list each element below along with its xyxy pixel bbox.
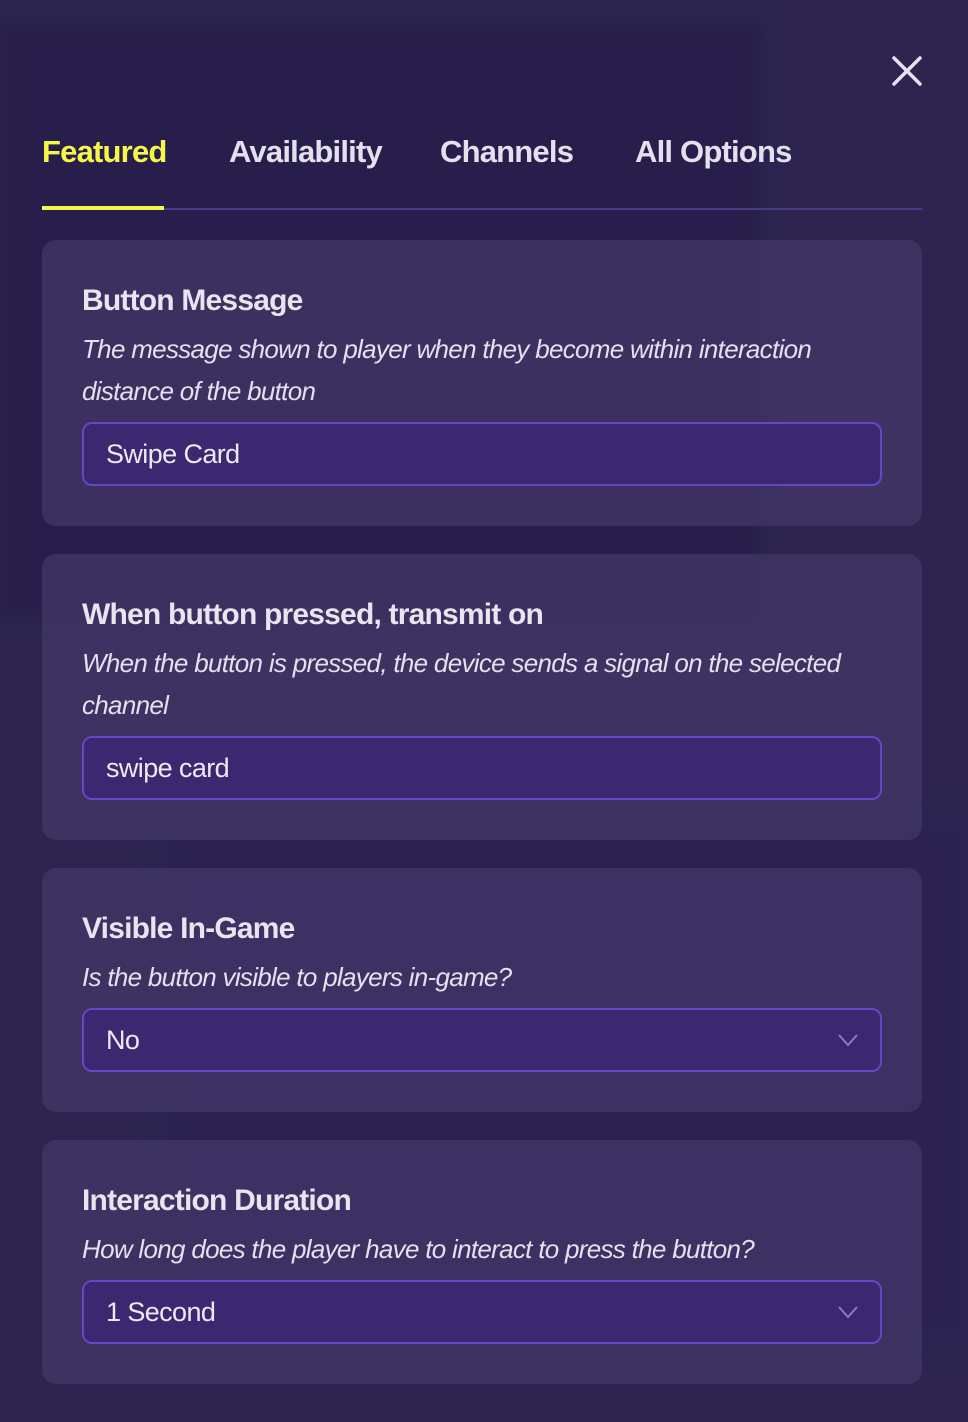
tab-channels[interactable]: Channels bbox=[440, 134, 574, 170]
tab-availability[interactable]: Availability bbox=[229, 134, 383, 170]
section-title: When button pressed, transmit on bbox=[82, 598, 544, 631]
interaction-duration-select[interactable]: 1 Second bbox=[82, 1280, 882, 1344]
section-visible-in-game: Visible In-Game Is the button visible to… bbox=[42, 868, 922, 1112]
section-title: Visible In-Game bbox=[82, 912, 295, 945]
close-icon bbox=[892, 56, 922, 86]
chevron-down-icon bbox=[838, 1306, 858, 1319]
tab-featured[interactable]: Featured bbox=[42, 134, 167, 170]
transmit-channel-input[interactable]: swipe card bbox=[82, 736, 882, 800]
select-value: No bbox=[106, 1024, 140, 1055]
tab-bar: Featured Availability Channels All Optio… bbox=[42, 128, 922, 210]
section-interaction-duration: Interaction Duration How long does the p… bbox=[42, 1140, 922, 1384]
active-tab-indicator bbox=[42, 206, 164, 210]
device-options-panel: Featured Availability Channels All Optio… bbox=[0, 0, 968, 1422]
close-button[interactable] bbox=[886, 50, 928, 92]
section-transmit-channel: When button pressed, transmit on When th… bbox=[42, 554, 922, 840]
section-description: Is the button visible to players in-game… bbox=[82, 962, 512, 992]
section-description: The message shown to player when they be… bbox=[82, 334, 812, 406]
section-description: When the button is pressed, the device s… bbox=[82, 648, 841, 720]
chevron-down-icon bbox=[838, 1034, 858, 1047]
button-message-input[interactable]: Swipe Card bbox=[82, 422, 882, 486]
tab-all-options[interactable]: All Options bbox=[635, 134, 792, 170]
section-description: How long does the player have to interac… bbox=[82, 1234, 755, 1264]
visible-in-game-select[interactable]: No bbox=[82, 1008, 882, 1072]
input-value: Swipe Card bbox=[106, 438, 240, 469]
select-value: 1 Second bbox=[106, 1296, 216, 1327]
section-title: Button Message bbox=[82, 284, 303, 317]
section-button-message: Button Message The message shown to play… bbox=[42, 240, 922, 526]
section-title: Interaction Duration bbox=[82, 1184, 352, 1217]
input-value: swipe card bbox=[106, 752, 230, 783]
